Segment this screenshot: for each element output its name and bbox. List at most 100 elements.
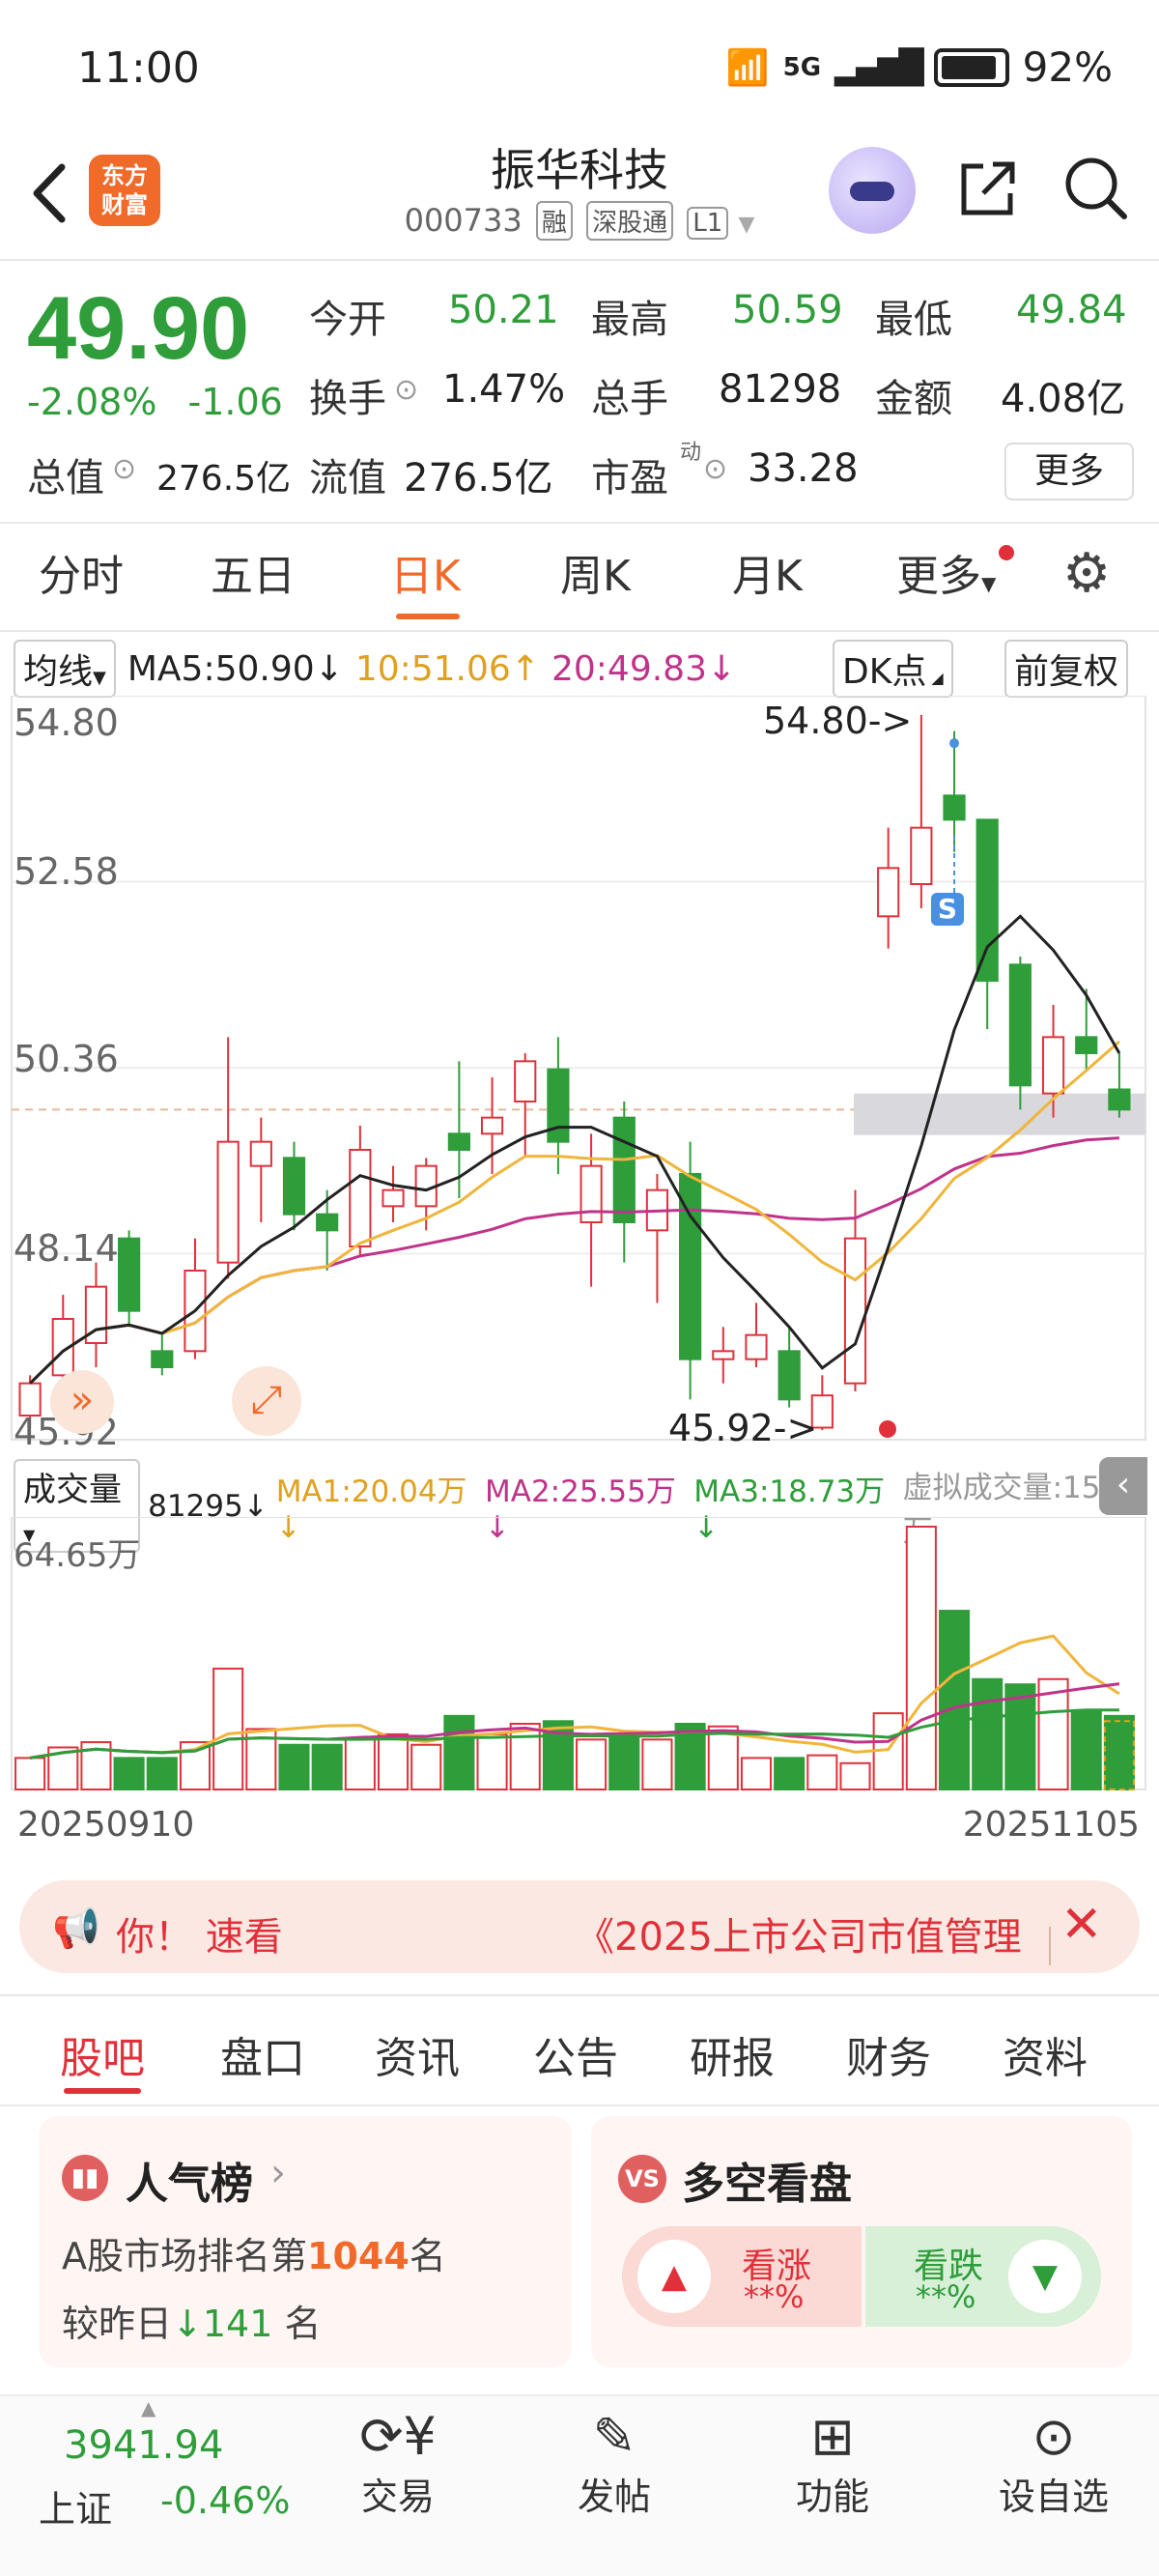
nav-trade[interactable]: ⟳¥ 交易: [340, 2406, 456, 2520]
tab-finance[interactable]: 财务: [846, 2023, 931, 2085]
search-button[interactable]: [1060, 153, 1130, 238]
volume-bar[interactable]: [146, 1757, 178, 1790]
volume-bar[interactable]: [443, 1714, 475, 1790]
info-icon[interactable]: ⊙: [703, 452, 727, 486]
tab-profile[interactable]: 资料: [1003, 2023, 1088, 2085]
volume-bar[interactable]: [14, 1757, 46, 1790]
volume-bar[interactable]: [707, 1725, 739, 1790]
kline-chart[interactable]: [0, 696, 1159, 1449]
turnover-value: 1.47%: [442, 367, 566, 412]
nav-trade-label: 交易: [360, 2476, 435, 2518]
candle[interactable]: [480, 1116, 504, 1135]
info-icon[interactable]: ⊙: [394, 373, 418, 407]
nav-post[interactable]: ✎ 发帖: [556, 2406, 672, 2520]
popularity-title: 人气榜: [126, 2160, 253, 2209]
volume-bar[interactable]: [212, 1667, 244, 1791]
candle[interactable]: [777, 1350, 801, 1401]
network-type: 5G: [782, 52, 822, 82]
candle[interactable]: [249, 1140, 272, 1167]
tab-five-day[interactable]: 五日: [211, 541, 296, 603]
candle[interactable]: [1108, 1088, 1131, 1111]
tab-pankou[interactable]: 盘口: [220, 2023, 305, 2085]
candle[interactable]: [1008, 963, 1032, 1087]
candle[interactable]: [612, 1116, 636, 1223]
candle[interactable]: [151, 1350, 174, 1368]
candle[interactable]: [349, 1149, 372, 1247]
battery-icon: [933, 47, 1009, 87]
news-headline-right[interactable]: 《2025上市公司市值管理: [576, 1905, 1022, 1961]
candle[interactable]: [745, 1333, 768, 1360]
volume-bar[interactable]: [905, 1526, 937, 1790]
index-value[interactable]: 3941.94: [64, 2423, 223, 2468]
volume-bar[interactable]: [476, 1732, 508, 1791]
info-icon[interactable]: ⊙: [112, 452, 136, 486]
candle[interactable]: [877, 867, 900, 918]
volume-bar[interactable]: [344, 1738, 376, 1791]
candle[interactable]: [943, 794, 966, 821]
volume-bar[interactable]: [806, 1754, 838, 1790]
volume-bar[interactable]: [972, 1677, 1004, 1790]
caret-up-icon[interactable]: ▲: [141, 2396, 155, 2419]
volume-bar[interactable]: [410, 1743, 442, 1790]
nav-functions[interactable]: ⊞ 功能: [775, 2406, 890, 2520]
candle[interactable]: [447, 1132, 470, 1152]
event-dot[interactable]: [879, 1420, 896, 1438]
candle[interactable]: [1041, 1036, 1065, 1095]
volume-bar[interactable]: [641, 1738, 673, 1791]
volume-bar[interactable]: [774, 1757, 806, 1790]
candle[interactable]: [382, 1188, 405, 1208]
share-button[interactable]: [954, 155, 1022, 237]
chevron-down-icon[interactable]: ▼: [738, 213, 754, 237]
tab-guba[interactable]: 股吧: [60, 2023, 145, 2085]
candle[interactable]: [843, 1237, 867, 1385]
volume-bar[interactable]: [938, 1610, 971, 1791]
settings-button[interactable]: ⚙: [1062, 547, 1111, 601]
volume-bar[interactable]: [608, 1735, 640, 1791]
volume-chart[interactable]: [0, 1517, 1159, 1797]
volume-bar[interactable]: [839, 1761, 871, 1791]
candle[interactable]: [118, 1237, 141, 1312]
candle[interactable]: [1075, 1036, 1098, 1055]
expand-left-button[interactable]: »: [50, 1370, 114, 1434]
volume-bar[interactable]: [740, 1757, 773, 1790]
nav-add-watchlist[interactable]: ⊙ 设自选: [981, 2406, 1126, 2520]
adjust-button[interactable]: 前复权: [1004, 640, 1129, 698]
candle[interactable]: [712, 1350, 735, 1360]
candle[interactable]: [547, 1068, 570, 1143]
candle[interactable]: [514, 1060, 537, 1103]
candle[interactable]: [975, 818, 999, 982]
sell-signal-marker[interactable]: S: [931, 893, 964, 926]
dk-point-button[interactable]: DK点 ◢: [833, 640, 953, 698]
assistant-robot-icon[interactable]: [829, 147, 916, 234]
candle[interactable]: [216, 1140, 240, 1264]
close-news-button[interactable]: ✕: [1060, 1896, 1103, 1954]
candle[interactable]: [910, 826, 933, 886]
volume-bar[interactable]: [113, 1757, 145, 1790]
collapse-panel-button[interactable]: ‹: [1099, 1457, 1147, 1515]
ma-selector[interactable]: 均线▼: [14, 640, 116, 698]
fullscreen-button[interactable]: ⤢: [232, 1366, 301, 1436]
tab-announcements[interactable]: 公告: [533, 2023, 618, 2085]
candle[interactable]: [316, 1213, 339, 1232]
caret-icon: ▼: [981, 572, 997, 595]
candle[interactable]: [580, 1164, 603, 1223]
tab-news[interactable]: 资讯: [375, 2023, 460, 2085]
tab-weekly-k[interactable]: 周K: [560, 541, 631, 603]
tab-intraday[interactable]: 分时: [39, 541, 124, 603]
more-quote-button[interactable]: 更多: [1004, 443, 1134, 501]
tab-research[interactable]: 研报: [690, 2023, 775, 2085]
volume-bar[interactable]: [509, 1723, 541, 1790]
volume-bar[interactable]: [311, 1743, 343, 1790]
volume-bar[interactable]: [1070, 1709, 1102, 1790]
volume-bar[interactable]: [377, 1732, 410, 1791]
tab-daily-k[interactable]: 日K: [390, 541, 461, 603]
volume-bar[interactable]: [576, 1738, 608, 1791]
candle[interactable]: [282, 1157, 306, 1216]
volume-bar[interactable]: [278, 1743, 310, 1790]
change-suffix: 名: [284, 2303, 322, 2345]
volume-bar[interactable]: [1103, 1714, 1135, 1790]
battery-level: 92%: [1022, 43, 1113, 91]
news-headline-left[interactable]: 你！ 速看: [116, 1905, 283, 1961]
tab-monthly-k[interactable]: 月K: [732, 541, 803, 603]
tab-more[interactable]: 更多▼: [896, 541, 996, 603]
